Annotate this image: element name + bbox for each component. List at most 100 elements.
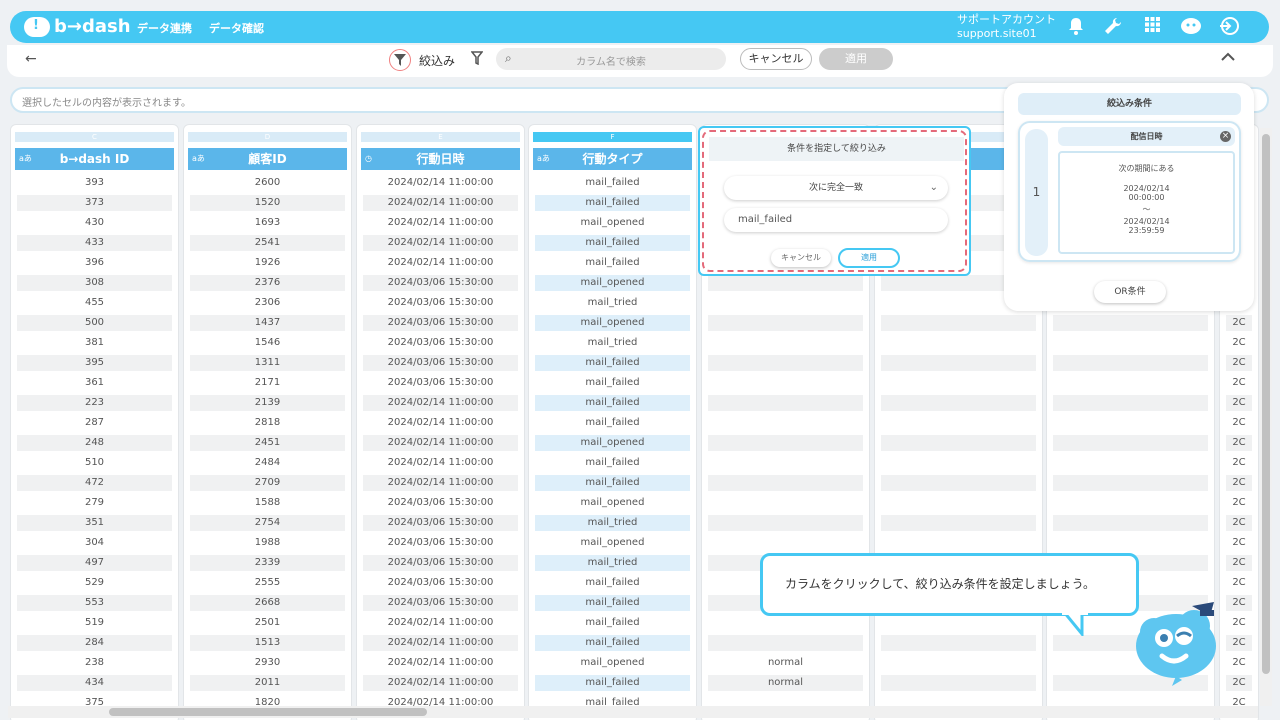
table-cell[interactable]: 2C xyxy=(1226,435,1252,451)
table-cell[interactable]: 2C xyxy=(1226,355,1252,371)
collapse-chevron-icon[interactable] xyxy=(1221,50,1235,66)
vertical-scrollbar[interactable] xyxy=(1260,128,1272,706)
table-cell[interactable] xyxy=(708,515,863,531)
table-cell[interactable]: mail_failed xyxy=(535,615,690,631)
nav-data-integration[interactable]: データ連携 xyxy=(137,20,192,36)
table-cell[interactable]: 2541 xyxy=(190,235,345,251)
table-cell[interactable]: 396 xyxy=(17,255,172,271)
table-cell[interactable] xyxy=(881,315,1036,331)
table-cell[interactable]: 2024/02/14 11:00:00 xyxy=(363,635,518,651)
table-cell[interactable]: 472 xyxy=(17,475,172,491)
table-cell[interactable]: 1926 xyxy=(190,255,345,271)
table-cell[interactable] xyxy=(1053,335,1208,351)
table-cell[interactable]: 2024/02/14 11:00:00 xyxy=(363,655,518,671)
table-cell[interactable] xyxy=(1053,355,1208,371)
table-cell[interactable]: 2555 xyxy=(190,575,345,591)
table-cell[interactable]: 1546 xyxy=(190,335,345,351)
table-cell[interactable]: 351 xyxy=(17,515,172,531)
table-cell[interactable]: 361 xyxy=(17,375,172,391)
column-header[interactable]: aあ 行動タイプ xyxy=(533,148,692,170)
table-cell[interactable]: mail_failed xyxy=(535,375,690,391)
bell-icon[interactable] xyxy=(1066,17,1086,37)
wrench-icon[interactable] xyxy=(1103,17,1123,37)
table-cell[interactable]: 2C xyxy=(1226,515,1252,531)
back-arrow-icon[interactable]: ← xyxy=(25,51,37,67)
table-cell[interactable]: 2709 xyxy=(190,475,345,491)
table-cell[interactable]: 2024/03/06 15:30:00 xyxy=(363,355,518,371)
table-cell[interactable] xyxy=(708,295,863,311)
table-cell[interactable]: 393 xyxy=(17,175,172,191)
table-cell[interactable]: 2171 xyxy=(190,375,345,391)
table-cell[interactable] xyxy=(708,615,863,631)
table-cell[interactable]: 1588 xyxy=(190,495,345,511)
table-cell[interactable]: 223 xyxy=(17,395,172,411)
table-cell[interactable]: mail_opened xyxy=(535,495,690,511)
table-cell[interactable]: 510 xyxy=(17,455,172,471)
filter-value-input[interactable]: mail_failed xyxy=(724,208,948,232)
table-cell[interactable]: 434 xyxy=(17,675,172,691)
filter-funnel-icon[interactable] xyxy=(389,49,411,71)
table-cell[interactable] xyxy=(708,455,863,471)
table-cell[interactable]: 2484 xyxy=(190,455,345,471)
table-cell[interactable]: 2024/03/06 15:30:00 xyxy=(363,515,518,531)
table-cell[interactable] xyxy=(881,675,1036,691)
operator-select[interactable]: 次に完全一致 ⌄ xyxy=(724,176,948,200)
table-cell[interactable]: 2024/02/14 11:00:00 xyxy=(363,235,518,251)
table-cell[interactable] xyxy=(708,415,863,431)
table-cell[interactable] xyxy=(881,655,1036,671)
table-cell[interactable]: 2C xyxy=(1226,455,1252,471)
table-cell[interactable]: 2C xyxy=(1226,535,1252,551)
table-cell[interactable]: 395 xyxy=(17,355,172,371)
table-cell[interactable]: mail_failed xyxy=(535,635,690,651)
table-cell[interactable]: mail_failed xyxy=(535,195,690,211)
table-cell[interactable]: 2600 xyxy=(190,175,345,191)
table-cell[interactable] xyxy=(1053,415,1208,431)
table-cell[interactable]: normal xyxy=(708,655,863,671)
table-cell[interactable] xyxy=(708,355,863,371)
table-cell[interactable]: 433 xyxy=(17,235,172,251)
table-cell[interactable]: 1437 xyxy=(190,315,345,331)
table-cell[interactable] xyxy=(708,435,863,451)
table-cell[interactable]: 2011 xyxy=(190,675,345,691)
table-cell[interactable]: 2024/03/06 15:30:00 xyxy=(363,295,518,311)
account-info[interactable]: サポートアカウント support.site01 xyxy=(957,13,1056,41)
table-cell[interactable]: mail_failed xyxy=(535,255,690,271)
table-cell[interactable]: 381 xyxy=(17,335,172,351)
table-cell[interactable]: 553 xyxy=(17,595,172,611)
horizontal-scroll-thumb[interactable] xyxy=(109,708,427,716)
table-cell[interactable] xyxy=(708,635,863,651)
bdash-logo[interactable]: ! b→dash xyxy=(24,16,131,37)
table-cell[interactable] xyxy=(1053,435,1208,451)
vertical-scroll-thumb[interactable] xyxy=(1262,134,1270,674)
table-cell[interactable]: mail_failed xyxy=(535,575,690,591)
table-cell[interactable] xyxy=(881,435,1036,451)
table-cell[interactable] xyxy=(881,375,1036,391)
table-cell[interactable]: mail_failed xyxy=(535,175,690,191)
table-cell[interactable]: 2024/02/14 11:00:00 xyxy=(363,215,518,231)
table-cell[interactable]: 2024/02/14 11:00:00 xyxy=(363,435,518,451)
table-cell[interactable] xyxy=(881,535,1036,551)
table-cell[interactable]: 2339 xyxy=(190,555,345,571)
table-cell[interactable]: 2754 xyxy=(190,515,345,531)
table-cell[interactable]: 529 xyxy=(17,575,172,591)
table-cell[interactable]: 497 xyxy=(17,555,172,571)
table-cell[interactable]: 2C xyxy=(1226,375,1252,391)
table-cell[interactable]: 248 xyxy=(17,435,172,451)
table-cell[interactable]: 2024/03/06 15:30:00 xyxy=(363,535,518,551)
table-cell[interactable]: 2501 xyxy=(190,615,345,631)
column-search-input[interactable]: ⌕ カラム名で検索 xyxy=(496,48,726,70)
table-cell[interactable]: mail_failed xyxy=(535,415,690,431)
popup-cancel-button[interactable]: キャンセル xyxy=(771,249,831,267)
table-cell[interactable] xyxy=(1053,535,1208,551)
logout-icon[interactable] xyxy=(1219,17,1239,37)
table-cell[interactable]: 2C xyxy=(1226,335,1252,351)
remove-condition-icon[interactable]: × xyxy=(1220,131,1231,142)
table-cell[interactable]: 2306 xyxy=(190,295,345,311)
table-cell[interactable]: 2024/03/06 15:30:00 xyxy=(363,575,518,591)
condition-body[interactable]: 次の期間にある 2024/02/14 00:00:00 ～ 2024/02/14… xyxy=(1058,151,1235,254)
table-cell[interactable] xyxy=(708,495,863,511)
table-cell[interactable] xyxy=(1053,495,1208,511)
table-cell[interactable]: 2024/02/14 11:00:00 xyxy=(363,455,518,471)
table-cell[interactable]: 1311 xyxy=(190,355,345,371)
table-cell[interactable]: 2139 xyxy=(190,395,345,411)
